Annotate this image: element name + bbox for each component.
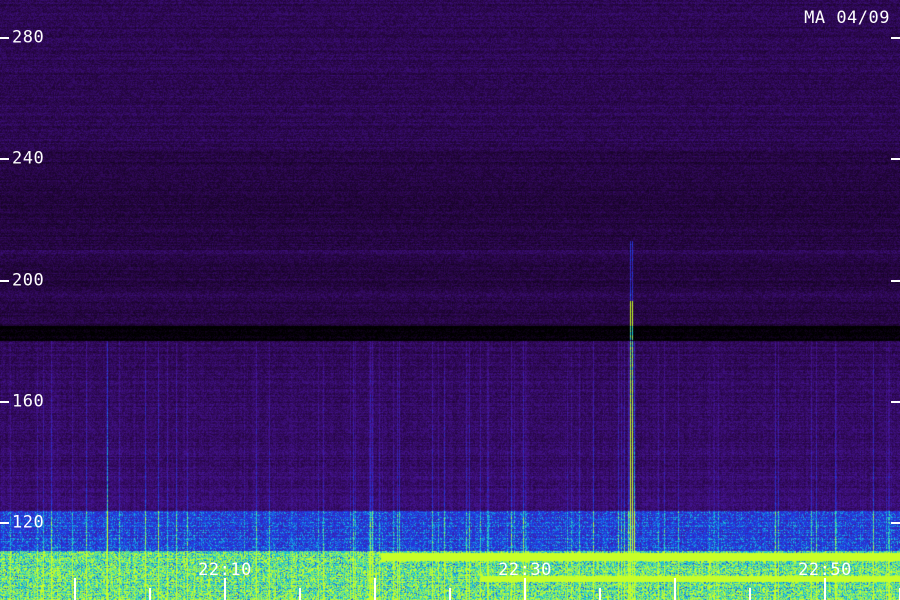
x-tick-0 — [74, 578, 76, 600]
x-tick-35 — [599, 588, 601, 600]
x-tick-10 — [224, 578, 226, 600]
y-tick-right-240 — [891, 158, 900, 161]
x-tick-40 — [674, 578, 676, 600]
x-tick-30 — [524, 578, 526, 600]
x-tick-5 — [149, 588, 151, 600]
y-tick-right-120 — [891, 522, 900, 524]
y-tick-right-280 — [891, 37, 900, 39]
x-tick-15 — [299, 588, 301, 600]
x-tick-50 — [824, 578, 826, 600]
y-tick-left-120 — [0, 522, 9, 524]
y-tick-label-240: 240 — [12, 148, 45, 169]
y-tick-label-280: 280 — [12, 27, 45, 48]
y-tick-right-200 — [891, 279, 900, 282]
x-tick-25 — [449, 588, 451, 600]
x-tick-label-2250: 22:50 — [798, 560, 852, 580]
y-tick-label-160: 160 — [12, 391, 45, 412]
x-tick-label-2210: 22:10 — [198, 560, 252, 580]
y-tick-label-200: 200 — [12, 270, 45, 290]
x-tick-45 — [749, 588, 751, 600]
y-tick-left-200 — [0, 279, 9, 282]
x-tick-20 — [374, 578, 376, 600]
y-tick-left-240 — [0, 158, 9, 161]
y-tick-label-120: 120 — [12, 512, 45, 533]
y-tick-right-160 — [891, 400, 900, 403]
y-tick-left-160 — [0, 400, 9, 403]
date-stamp: MA 04/09 — [804, 8, 890, 28]
x-tick-label-2230: 22:30 — [498, 560, 552, 580]
y-tick-left-280 — [0, 37, 9, 39]
spectrogram-image — [0, 0, 900, 600]
